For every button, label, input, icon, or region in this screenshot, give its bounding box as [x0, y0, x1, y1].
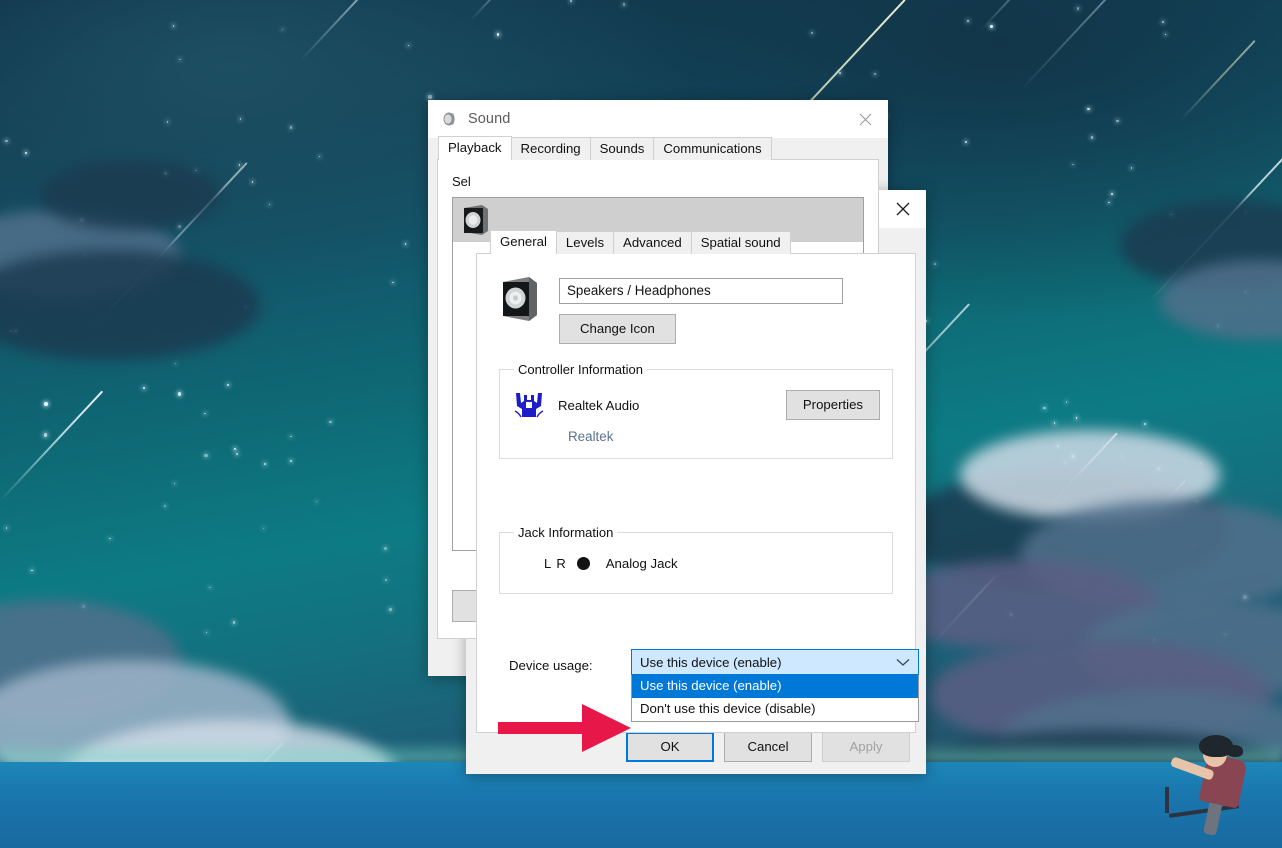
device-usage-value: Use this device (enable)	[640, 655, 781, 670]
properties-dialog-close-button[interactable]	[880, 190, 926, 228]
close-icon	[896, 202, 910, 216]
device-icon-wrap	[499, 276, 559, 327]
tab-sounds[interactable]: Sounds	[590, 137, 655, 160]
device-usage-row: Device usage: Use this device (enable) U…	[477, 658, 915, 673]
controller-row: Realtek Audio Properties	[512, 389, 880, 421]
device-usage-option-disable[interactable]: Don't use this device (disable)	[632, 698, 918, 721]
close-icon	[859, 113, 872, 126]
tab-advanced[interactable]: Advanced	[613, 231, 692, 254]
controller-properties-button[interactable]: Properties	[786, 390, 880, 420]
speakers-headphones-properties-dialog[interactable]: Speakers / Headphones Properties General…	[466, 190, 926, 774]
controller-information-group: Controller Information Realtek Audio Pro…	[499, 362, 893, 459]
tab-communications[interactable]: Communications	[653, 137, 771, 160]
desktop: Sound Playback Recording Sounds Communic…	[0, 0, 1282, 848]
device-usage-label: Device usage:	[509, 658, 593, 673]
cloud	[40, 160, 220, 230]
cancel-button[interactable]: Cancel	[724, 732, 812, 762]
tab-playback[interactable]: Playback	[438, 136, 512, 160]
tab-levels[interactable]: Levels	[556, 231, 614, 254]
tab-spatial-sound[interactable]: Spatial sound	[691, 231, 791, 254]
apply-button: Apply	[822, 732, 910, 762]
tab-general[interactable]: General	[490, 230, 557, 254]
ok-button[interactable]: OK	[626, 732, 714, 762]
device-usage-select[interactable]: Use this device (enable)	[631, 649, 919, 675]
controller-vendor: Realtek	[568, 429, 880, 444]
speaker-icon	[499, 276, 541, 322]
device-name-block: Speakers / Headphones Change Icon	[559, 276, 843, 344]
change-icon-button[interactable]: Change Icon	[559, 314, 676, 344]
cyclist-ponytail	[1227, 745, 1243, 757]
jack-type-label: Analog Jack	[606, 556, 678, 571]
sound-window-titlebar[interactable]: Sound	[428, 100, 888, 138]
device-identity-section: Speakers / Headphones Change Icon	[477, 254, 915, 344]
jack-channels-label: L R	[544, 556, 567, 571]
device-name-input[interactable]: Speakers / Headphones	[559, 278, 843, 304]
playback-hint-text: Sel	[438, 160, 878, 189]
sound-window-close-button[interactable]	[842, 100, 888, 138]
jack-information-title: Jack Information	[514, 525, 617, 540]
wallpaper-sea	[0, 762, 1282, 848]
chevron-down-icon	[896, 655, 910, 670]
wallpaper-cyclist	[1155, 735, 1282, 848]
jack-row: L R Analog Jack	[512, 550, 880, 579]
realtek-logo-icon	[512, 389, 546, 421]
controller-information-title: Controller Information	[514, 362, 647, 377]
device-usage-option-enable[interactable]: Use this device (enable)	[632, 675, 918, 698]
device-usage-options-list[interactable]: Use this device (enable) Don't use this …	[631, 675, 919, 722]
properties-general-page: Speakers / Headphones Change Icon Contro…	[476, 253, 916, 733]
properties-dialog-tabstrip[interactable]: General Levels Advanced Spatial sound	[466, 232, 926, 254]
sound-window-tabstrip[interactable]: Playback Recording Sounds Communications	[428, 138, 888, 160]
sound-speaker-icon	[440, 110, 458, 128]
sound-window-title: Sound	[468, 111, 510, 127]
tab-recording[interactable]: Recording	[511, 137, 591, 160]
dialog-button-row: OK Cancel Apply	[626, 732, 910, 762]
cloud	[0, 250, 260, 360]
jack-information-group: Jack Information L R Analog Jack	[499, 525, 893, 594]
bike-stem	[1165, 787, 1169, 813]
controller-name: Realtek Audio	[558, 398, 639, 413]
jack-port-icon	[577, 557, 590, 570]
